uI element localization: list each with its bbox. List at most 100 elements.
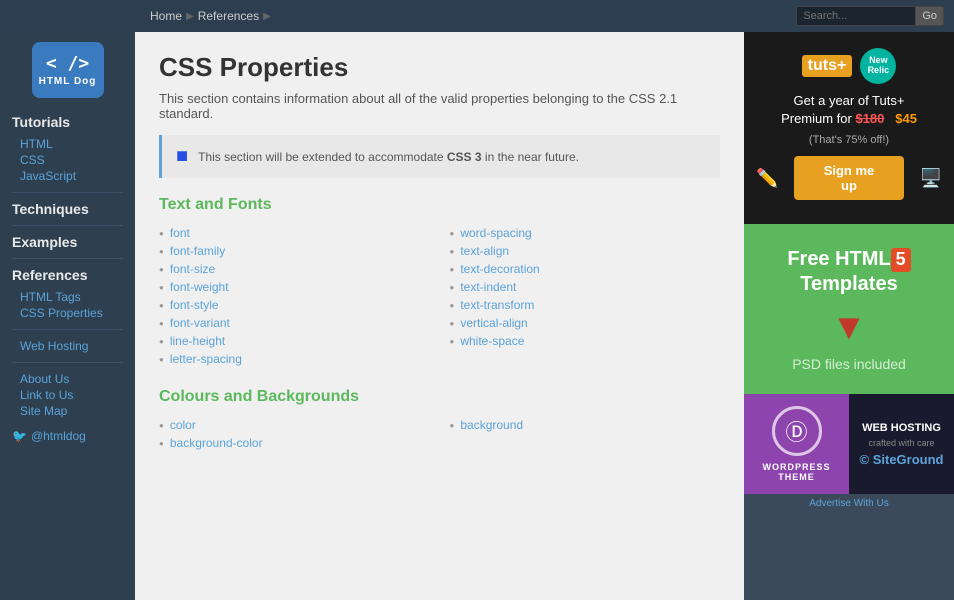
breadcrumb-arrow-1: ▶	[186, 11, 194, 22]
wp-text: WORDPRESS THEME	[752, 462, 841, 482]
html5-free: Free HTML	[787, 248, 890, 270]
sidebar-item-site-map[interactable]: Site Map	[12, 403, 123, 419]
sidebar-item-web-hosting[interactable]: Web Hosting	[12, 338, 123, 354]
advertise-link[interactable]: Advertise With Us	[744, 494, 954, 513]
prop-vertical-align[interactable]: vertical-align	[460, 316, 527, 330]
examples-heading: Examples	[12, 234, 123, 250]
references-heading: References	[12, 267, 123, 283]
prop-background[interactable]: background	[460, 418, 523, 432]
prop-text-transform[interactable]: text-transform	[460, 298, 534, 312]
sidebar-item-html[interactable]: HTML	[12, 136, 123, 152]
tuts-price-old: $180	[855, 111, 884, 126]
list-item: letter-spacing	[159, 350, 430, 368]
breadcrumb-home[interactable]: Home	[150, 9, 182, 23]
tuts-header: tuts+ New Relic	[756, 48, 942, 84]
list-item: font-size	[159, 260, 430, 278]
tuts-icons-row: ✏️ Sign me up 🖥️	[756, 156, 942, 200]
ad-html5: Free HTML5 Templates ▼ PSD files include…	[744, 224, 954, 394]
list-item: font-family	[159, 242, 430, 260]
signup-button[interactable]: Sign me up	[794, 156, 903, 200]
prop-font-size[interactable]: font-size	[170, 262, 215, 276]
text-fonts-list: font font-family font-size font-weight f…	[159, 224, 720, 368]
monitor-icon: 🖥️	[920, 168, 942, 189]
list-item: text-transform	[450, 296, 721, 314]
text-fonts-heading: Text and Fonts	[159, 196, 720, 214]
prop-text-indent[interactable]: text-indent	[460, 280, 516, 294]
prop-white-space[interactable]: white-space	[460, 334, 524, 348]
main-content: CSS Properties This section contains inf…	[135, 32, 744, 600]
right-sidebar: tuts+ New Relic Get a year of Tuts+Premi…	[744, 32, 954, 600]
prop-letter-spacing[interactable]: letter-spacing	[170, 352, 242, 366]
list-item: background	[450, 416, 721, 434]
ad-wordpress: Ⓓ WORDPRESS THEME	[744, 394, 849, 494]
divider-2	[12, 225, 123, 226]
page-title: CSS Properties	[159, 52, 720, 83]
sg-title: WEB HOSTING	[862, 422, 941, 434]
list-item: font-style	[159, 296, 430, 314]
new-relic-badge: New Relic	[860, 48, 896, 84]
list-item: word-spacing	[450, 224, 721, 242]
prop-text-decoration[interactable]: text-decoration	[460, 262, 539, 276]
prop-font[interactable]: font	[170, 226, 190, 240]
divider-3	[12, 258, 123, 259]
techniques-heading: Techniques	[12, 201, 123, 217]
prop-font-style[interactable]: font-style	[170, 298, 219, 312]
pencil-icon: ✏️	[756, 168, 778, 189]
twitter-handle: 🐦 @htmldog	[12, 429, 123, 443]
html5-badge: 5	[891, 248, 911, 272]
ad-tuts: tuts+ New Relic Get a year of Tuts+Premi…	[744, 32, 954, 224]
prop-background-color[interactable]: background-color	[170, 436, 263, 450]
breadcrumb: Home ▶ References ▶	[150, 9, 271, 23]
sidebar-item-link-to-us[interactable]: Link to Us	[12, 387, 123, 403]
html5-templates: Templates	[800, 273, 897, 295]
tuts-discount: (That's 75% off!)	[756, 134, 942, 146]
sidebar-item-css-properties[interactable]: CSS Properties	[12, 305, 123, 321]
down-arrow-icon: ▼	[831, 306, 867, 348]
prop-line-height[interactable]: line-height	[170, 334, 225, 348]
prop-font-variant[interactable]: font-variant	[170, 316, 230, 330]
list-item: text-indent	[450, 278, 721, 296]
sidebar: < /> HTML Dog Tutorials HTML CSS JavaScr…	[0, 32, 135, 600]
sidebar-item-html-tags[interactable]: HTML Tags	[12, 289, 123, 305]
prop-color[interactable]: color	[170, 418, 196, 432]
content-area: CSS Properties This section contains inf…	[135, 32, 954, 600]
list-item: line-height	[159, 332, 430, 350]
search-button[interactable]: Go	[916, 6, 944, 26]
search-input[interactable]	[796, 6, 916, 26]
new-relic-brand: Relic	[868, 66, 890, 76]
tuts-price-new: $45	[895, 111, 917, 126]
sidebar-item-css[interactable]: CSS	[12, 152, 123, 168]
sg-sub: crafted with care	[868, 438, 934, 448]
prop-font-weight[interactable]: font-weight	[170, 280, 229, 294]
divider-1	[12, 192, 123, 193]
list-item: font-weight	[159, 278, 430, 296]
breadcrumb-references[interactable]: References	[198, 9, 259, 23]
tutorials-heading: Tutorials	[12, 114, 123, 130]
list-item: background-color	[159, 434, 430, 452]
css3-notice-text: This section will be extended to accommo…	[198, 150, 579, 164]
html5-sub: PSD files included	[792, 356, 906, 372]
logo-icons: < />	[46, 53, 89, 74]
breadcrumb-arrow-2: ▶	[263, 11, 271, 22]
sidebar-item-about[interactable]: About Us	[12, 371, 123, 387]
list-item: vertical-align	[450, 314, 721, 332]
list-item: font-variant	[159, 314, 430, 332]
sidebar-item-javascript[interactable]: JavaScript	[12, 168, 123, 184]
prop-text-align[interactable]: text-align	[460, 244, 509, 258]
search-box: Go	[796, 6, 944, 26]
logo-text: HTML Dog	[39, 76, 97, 87]
prop-font-family[interactable]: font-family	[170, 244, 225, 258]
prop-word-spacing[interactable]: word-spacing	[460, 226, 531, 240]
list-item: font	[159, 224, 430, 242]
html5-heading: Free HTML5 Templates	[787, 247, 910, 296]
twitter-icon: 🐦	[12, 429, 27, 443]
divider-5	[12, 362, 123, 363]
topbar: Home ▶ References ▶ Go	[0, 0, 954, 32]
colours-list: color background-color background	[159, 416, 720, 452]
tuts-offer: Get a year of Tuts+Premium for $180 $45	[756, 92, 942, 128]
wp-logo-icon: Ⓓ	[772, 406, 822, 456]
tuts-logo: tuts+	[802, 55, 853, 77]
ad-row: Ⓓ WORDPRESS THEME WEB HOSTING crafted wi…	[744, 394, 954, 494]
list-item: text-align	[450, 242, 721, 260]
twitter-text: @htmldog	[31, 429, 86, 443]
